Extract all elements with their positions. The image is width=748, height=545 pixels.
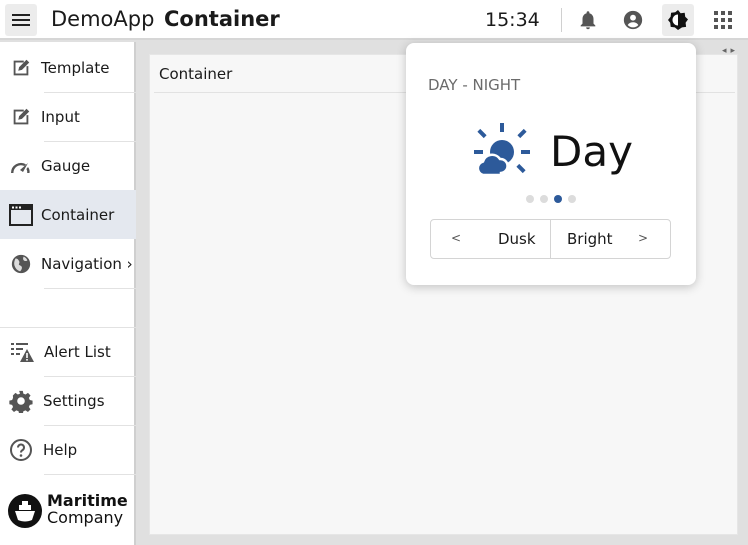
sidebar-item-navigation[interactable]: Navigation › bbox=[0, 239, 136, 288]
sidebar-item-input[interactable]: Input bbox=[0, 92, 136, 141]
bell-icon bbox=[580, 11, 596, 30]
company-logo: Maritime Company bbox=[8, 491, 136, 531]
globe-icon bbox=[9, 252, 33, 276]
page-title: Container bbox=[164, 7, 280, 31]
gear-icon bbox=[9, 389, 33, 413]
mode-pagination-dots bbox=[526, 195, 576, 203]
popover-title: DAY - NIGHT bbox=[428, 76, 521, 94]
notifications-button[interactable] bbox=[572, 4, 604, 36]
edit-icon bbox=[9, 56, 33, 80]
topbar-divider bbox=[561, 8, 562, 32]
prev-arrow-icon[interactable]: < bbox=[451, 231, 461, 245]
help-icon bbox=[9, 438, 33, 462]
sidebar-item-help[interactable]: Help bbox=[0, 425, 136, 474]
apps-grid-icon bbox=[714, 11, 732, 29]
sidebar-item-label: Container bbox=[41, 205, 115, 224]
brightness-icon bbox=[668, 10, 688, 30]
sidebar-item-settings[interactable]: Settings bbox=[0, 376, 136, 425]
app-name: DemoApp bbox=[51, 7, 155, 31]
window-icon bbox=[9, 203, 33, 227]
sidebar-item-label: Settings bbox=[43, 391, 105, 410]
divider bbox=[44, 474, 136, 475]
sidebar: Template Input Gauge Container Navigatio… bbox=[0, 42, 136, 545]
segment-divider bbox=[550, 220, 551, 258]
account-button[interactable] bbox=[617, 4, 649, 36]
clock: 15:34 bbox=[485, 9, 540, 31]
current-mode-label: Day bbox=[550, 127, 633, 176]
pagination-dot[interactable] bbox=[540, 195, 548, 203]
sidebar-item-label: Alert List bbox=[44, 342, 111, 361]
sidebar-item-label: Input bbox=[41, 107, 80, 126]
card-title: Container bbox=[159, 65, 233, 83]
edit-icon bbox=[9, 105, 33, 129]
alert-list-icon bbox=[10, 340, 34, 364]
mode-switcher: < Dusk Bright > bbox=[430, 219, 671, 259]
day-night-popover: DAY - NIGHT Day < Dusk Bright > bbox=[406, 43, 696, 285]
pagination-dot[interactable] bbox=[568, 195, 576, 203]
top-bar: DemoApp Container 15:34 bbox=[0, 0, 748, 40]
account-icon bbox=[623, 10, 643, 30]
sidebar-item-alert-list[interactable]: Alert List bbox=[0, 327, 136, 376]
sidebar-item-template[interactable]: Template bbox=[0, 43, 136, 92]
sidebar-item-label: Help bbox=[43, 440, 78, 459]
brightness-button[interactable] bbox=[662, 4, 694, 36]
next-arrow-icon[interactable]: > bbox=[638, 231, 648, 245]
divider bbox=[44, 288, 136, 289]
apps-button[interactable] bbox=[707, 4, 739, 36]
sidebar-item-container[interactable]: Container bbox=[0, 190, 136, 239]
sidebar-item-label: Gauge bbox=[41, 156, 91, 175]
gauge-icon bbox=[9, 154, 33, 178]
menu-icon bbox=[12, 14, 30, 16]
ship-icon bbox=[8, 494, 42, 528]
sidebar-item-gauge[interactable]: Gauge bbox=[0, 141, 136, 190]
menu-button[interactable] bbox=[5, 4, 37, 36]
sidebar-item-label: Navigation › bbox=[41, 254, 133, 273]
next-mode-button[interactable]: Bright bbox=[567, 230, 613, 248]
sidebar-item-label: Template bbox=[41, 58, 110, 77]
day-weather-icon bbox=[474, 123, 532, 179]
prev-mode-button[interactable]: Dusk bbox=[498, 230, 536, 248]
pagination-dot-active[interactable] bbox=[554, 195, 562, 203]
logo-line-2: Company bbox=[47, 508, 124, 527]
pagination-dot[interactable] bbox=[526, 195, 534, 203]
